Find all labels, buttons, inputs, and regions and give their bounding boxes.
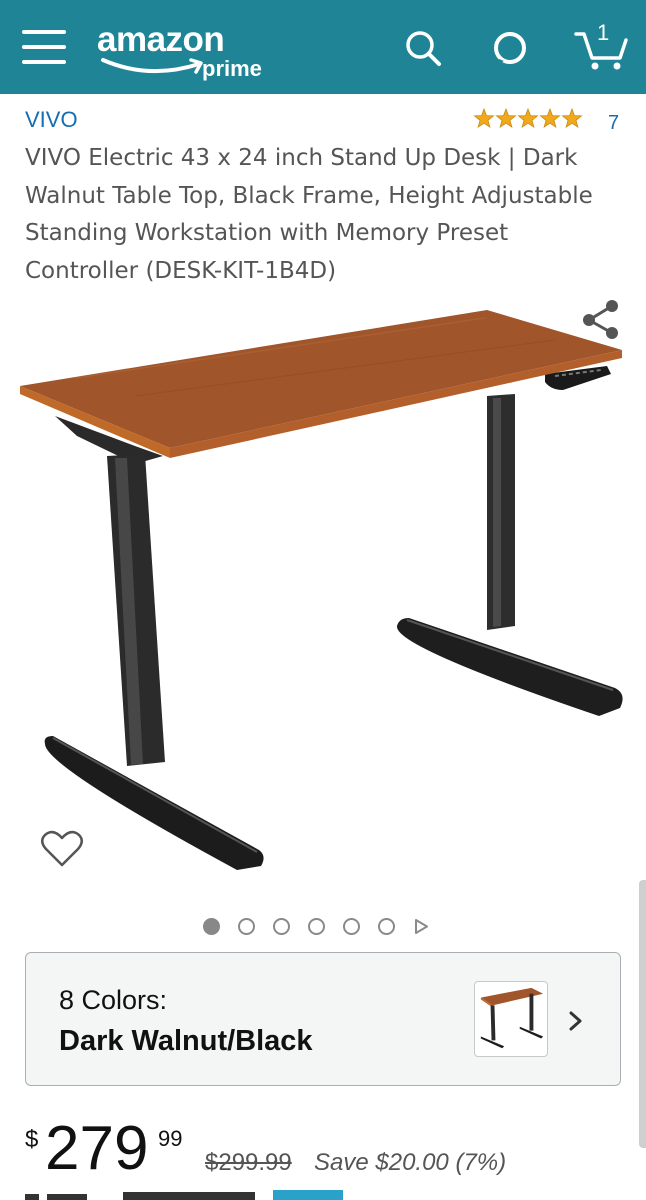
image-carousel-indicator[interactable] [203,918,443,938]
menu-icon[interactable] [22,28,66,66]
heart-icon[interactable] [40,828,84,870]
star-rating[interactable] [473,108,583,130]
truncated-next-line [25,1190,343,1200]
list-price: $299.99 [205,1149,292,1176]
cart-button[interactable]: 1 [574,20,630,72]
carousel-dot[interactable] [273,918,290,935]
product-image[interactable] [15,296,631,896]
savings-text: Save $20.00 (7%) [314,1149,507,1176]
price-fraction: 99 [158,1126,183,1151]
star-icon [561,108,583,129]
price-whole: 279 [45,1114,149,1183]
play-next-icon[interactable] [413,918,429,935]
color-selector-button[interactable]: 8 Colors: Dark Walnut/Black [25,952,621,1086]
rating-count[interactable]: 7 [608,112,619,135]
top-nav-bar: amazon prime 1 [0,0,646,94]
color-swatch-thumbnail [474,981,548,1057]
product-title: VIVO Electric 43 x 24 inch Stand Up Desk… [25,145,593,284]
carousel-dot[interactable] [238,918,255,935]
amazon-prime-logo[interactable]: amazon prime [97,14,287,84]
carousel-dot[interactable] [203,918,220,935]
scrollbar[interactable] [639,880,646,1148]
smile-icon [101,58,203,74]
price-row: $ 279 99 $299.99 Save $20.00 (7%) [25,1114,625,1184]
selected-color-name: Dark Walnut/Black [59,1025,313,1057]
star-icon [473,108,495,129]
price-currency: $ [25,1126,39,1153]
brand-link[interactable]: VIVO [25,107,78,133]
carousel-dot[interactable] [343,918,360,935]
carousel-dot[interactable] [378,918,395,935]
chevron-right-icon [569,1011,582,1031]
star-icon [495,108,517,129]
alexa-icon[interactable] [490,28,530,68]
cart-count: 1 [597,20,610,45]
logo-prime-text: prime [202,56,262,81]
star-icon [517,108,539,129]
search-icon[interactable] [403,28,443,68]
star-icon [539,108,561,129]
color-count-label: 8 Colors: [59,985,168,1015]
share-icon[interactable] [580,298,622,340]
carousel-dot[interactable] [308,918,325,935]
